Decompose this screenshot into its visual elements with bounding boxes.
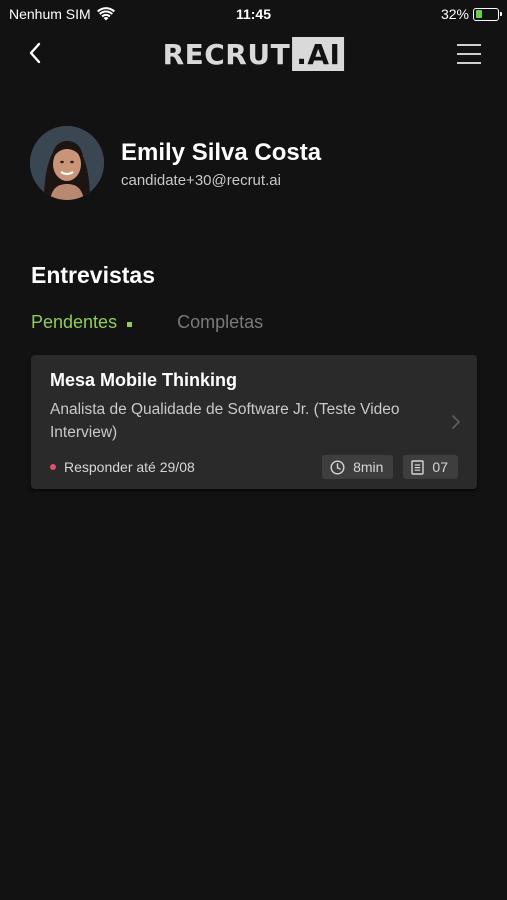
tab-completas[interactable]: Completas (177, 312, 263, 333)
nav-bar: RECRUT .AI (0, 28, 507, 80)
clock-icon (330, 459, 345, 475)
deadline-label: Responder até 29/08 (64, 459, 195, 475)
interview-position: Analista de Qualidade de Software Jr. (T… (50, 401, 400, 441)
section-title: Entrevistas (31, 262, 156, 288)
avatar (30, 126, 104, 200)
hamburger-line (457, 53, 481, 55)
profile-email: candidate+30@recrut.ai (121, 171, 281, 189)
interview-card-footer: Responder até 29/08 8min 07 (50, 455, 458, 479)
app-logo: RECRUT .AI (163, 37, 345, 71)
interview-company: Mesa Mobile Thinking (50, 370, 238, 390)
back-button[interactable] (22, 38, 48, 68)
logo-text: RECRUT (162, 37, 291, 71)
hamburger-line (457, 62, 481, 64)
interview-tabs: Pendentes Completas (31, 312, 263, 333)
tab-pendentes[interactable]: Pendentes (31, 312, 133, 333)
interview-card[interactable]: Mesa Mobile Thinking Analista de Qualida… (31, 355, 477, 489)
duration-badge: 8min (322, 455, 394, 479)
profile-name: Emily Silva Costa (121, 138, 322, 166)
menu-button[interactable] (457, 44, 481, 64)
tab-pendentes-label: Pendentes (31, 312, 118, 332)
deadline-dot-icon (50, 464, 56, 470)
status-bar: Nenhum SIM 11:45 32% (0, 0, 507, 28)
profile-header: Emily Silva Costa candidate+30@recrut.ai (30, 126, 321, 200)
hamburger-menu-icon (457, 44, 481, 46)
avatar-image (30, 126, 104, 200)
status-time: 11:45 (235, 6, 272, 22)
interview-badges: 8min 07 (322, 455, 458, 479)
chevron-left-icon (29, 42, 41, 64)
questions-badge: 07 (403, 455, 458, 479)
profile-text: Emily Silva Costa candidate+30@recrut.ai (121, 138, 321, 189)
document-list-icon (411, 459, 425, 475)
questions-count: 07 (432, 459, 448, 475)
duration-label: 8min (353, 459, 384, 475)
active-tab-indicator (127, 322, 133, 327)
battery-icon (473, 7, 502, 21)
battery-percent: 32% (440, 6, 469, 22)
status-right: 32% (440, 6, 502, 22)
chevron-right-icon (452, 415, 461, 429)
battery-level (475, 10, 483, 18)
logo-suffix: .AI (292, 37, 345, 71)
deadline: Responder até 29/08 (50, 459, 195, 475)
